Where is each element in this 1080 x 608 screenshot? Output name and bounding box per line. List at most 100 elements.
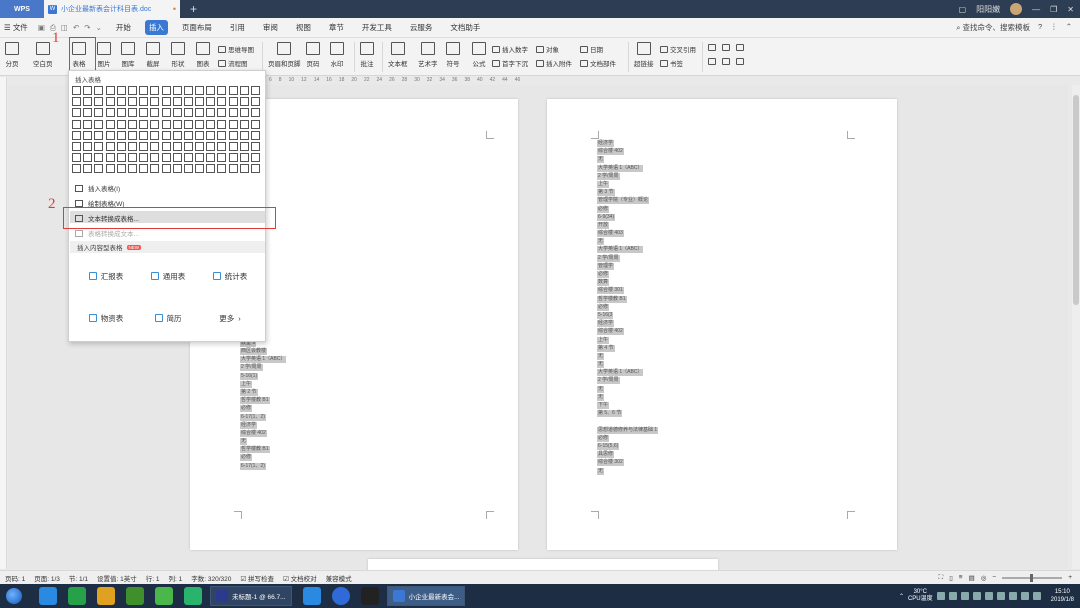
table-to-text-menu-item[interactable]: 表格转换成文本... xyxy=(75,228,139,238)
status-setting[interactable]: 设置值: 1英寸 xyxy=(97,573,137,583)
network-icon[interactable] xyxy=(1020,592,1029,600)
tab-page-layout[interactable]: 页面布局 xyxy=(178,20,216,35)
date-button[interactable]: 日期 xyxy=(580,44,603,54)
iqiyi-icon[interactable] xyxy=(184,587,202,605)
wps-home-button[interactable]: WPS xyxy=(0,0,44,18)
text-line[interactable]: 无 xyxy=(597,238,605,246)
text-line[interactable]: 无 xyxy=(240,438,248,446)
textbox-button[interactable]: 文本框 xyxy=(388,42,408,68)
table-grid-cell[interactable] xyxy=(127,130,137,140)
text-line[interactable]: 第 5、6 节 xyxy=(597,410,623,418)
table-grid-cell[interactable] xyxy=(105,153,115,163)
table-grid-cell[interactable] xyxy=(150,86,160,95)
table-grid-cell[interactable] xyxy=(183,119,193,129)
table-size-grid[interactable] xyxy=(72,86,264,181)
comment-button[interactable]: 批注 xyxy=(360,42,374,68)
table-grid-cell[interactable] xyxy=(83,108,93,118)
table-grid-cell[interactable] xyxy=(172,97,182,107)
table-grid-cell[interactable] xyxy=(150,164,160,174)
table-grid-cell[interactable] xyxy=(239,86,249,95)
table-grid-cell[interactable] xyxy=(150,97,160,107)
table-grid-cell[interactable] xyxy=(116,119,126,129)
table-grid-cell[interactable] xyxy=(206,86,216,95)
table-grid-cell[interactable] xyxy=(127,164,137,174)
doc-parts-button[interactable]: 文档部件 xyxy=(580,58,616,68)
table-grid-cell[interactable] xyxy=(217,119,227,129)
table-grid-cell[interactable] xyxy=(228,130,238,140)
text-line[interactable]: 经济学 xyxy=(597,140,615,147)
table-grid-cell[interactable] xyxy=(228,153,238,163)
table-grid-cell[interactable] xyxy=(72,108,81,118)
text-line[interactable]: 哲学楼教 B1 xyxy=(240,446,270,454)
table-grid-cell[interactable] xyxy=(83,164,93,174)
table-grid-cell[interactable] xyxy=(116,108,126,118)
text-line[interactable]: 第 3 节 xyxy=(597,189,615,197)
table-grid-cell[interactable] xyxy=(105,141,115,151)
tray-icon[interactable] xyxy=(984,592,993,600)
stats-table-card[interactable]: 统计表 xyxy=(201,261,259,291)
table-grid-cell[interactable] xyxy=(139,86,149,95)
table-grid-cell[interactable] xyxy=(217,86,227,95)
formula-button[interactable]: 公式 xyxy=(472,42,486,68)
tab-review[interactable]: 审阅 xyxy=(259,20,282,35)
text-line[interactable]: 2 学/周周 xyxy=(597,377,620,385)
table-grid-cell[interactable] xyxy=(228,141,238,151)
sublime-icon[interactable] xyxy=(97,587,115,605)
table-grid-cell[interactable] xyxy=(206,141,216,151)
table-grid-cell[interactable] xyxy=(217,164,227,174)
photoshop-task[interactable]: 未标题-1 @ 66.7... xyxy=(210,586,292,606)
table-grid-cell[interactable] xyxy=(251,86,260,95)
picture-button[interactable]: 图片 xyxy=(97,42,111,68)
table-grid-cell[interactable] xyxy=(161,108,171,118)
table-grid-cell[interactable] xyxy=(172,119,182,129)
table-grid-cell[interactable] xyxy=(105,119,115,129)
text-line[interactable]: 6-17(1、2) xyxy=(240,462,266,470)
table-grid-cell[interactable] xyxy=(116,97,126,107)
table-grid-cell[interactable] xyxy=(228,86,238,95)
tray-icon[interactable] xyxy=(996,592,1005,600)
text-line[interactable]: 综合楼 302 xyxy=(597,459,624,467)
minimize-icon[interactable]: — xyxy=(1032,5,1040,14)
table-grid-cell[interactable] xyxy=(206,108,216,118)
table-grid-cell[interactable] xyxy=(228,119,238,129)
help-icon[interactable]: ? xyxy=(1038,22,1042,33)
tray-icon[interactable] xyxy=(1008,592,1017,600)
materials-table-card[interactable]: 物资表 xyxy=(77,303,135,333)
search-command-box[interactable]: ⌕ 查找命令、搜索模板 xyxy=(956,22,1030,33)
dreamweaver-icon[interactable] xyxy=(126,587,144,605)
table-grid-cell[interactable] xyxy=(72,97,81,107)
text-line[interactable]: 经济学 xyxy=(240,421,258,429)
text-line[interactable]: 必修 xyxy=(240,405,253,413)
table-grid-cell[interactable] xyxy=(239,108,249,118)
table-grid-cell[interactable] xyxy=(72,86,81,95)
table-grid-cell[interactable] xyxy=(206,153,216,163)
tab-references[interactable]: 引用 xyxy=(226,20,249,35)
clock[interactable]: 15:10 2019/1/8 xyxy=(1051,588,1074,604)
table-grid-cell[interactable] xyxy=(239,119,249,129)
text-line[interactable]: 上午 xyxy=(597,180,610,188)
text-line[interactable] xyxy=(597,418,599,425)
more-tables-card[interactable]: 更多 › xyxy=(201,303,259,333)
table-grid-cell[interactable] xyxy=(83,86,93,95)
table-grid-cell[interactable] xyxy=(94,108,104,118)
fullscreen-icon[interactable]: ⛶ xyxy=(939,574,944,582)
text-line[interactable]: 综合楼 403 xyxy=(597,230,624,238)
table-grid-cell[interactable] xyxy=(94,86,104,95)
new-tab-plus-icon[interactable]: + xyxy=(190,2,197,16)
layout-icon[interactable] xyxy=(708,58,716,65)
insert-number-button[interactable]: 插入数字 xyxy=(492,44,528,54)
table-grid-cell[interactable] xyxy=(72,153,81,163)
text-line[interactable]: 必修 xyxy=(597,434,610,442)
table-grid-cell[interactable] xyxy=(183,164,193,174)
restore-icon[interactable]: ❐ xyxy=(1050,5,1057,14)
table-grid-cell[interactable] xyxy=(239,153,249,163)
table-grid-cell[interactable] xyxy=(172,108,182,118)
table-grid-cell[interactable] xyxy=(183,86,193,95)
blank-page-button[interactable]: 空白页 xyxy=(33,42,53,68)
wordart-button[interactable]: 艺术字 xyxy=(418,42,438,68)
tab-view[interactable]: 视图 xyxy=(292,20,315,35)
table-grid-cell[interactable] xyxy=(239,164,249,174)
table-grid-cell[interactable] xyxy=(139,141,149,151)
spell-check-button[interactable]: ☑ 拼写检查 xyxy=(240,573,274,583)
table-grid-cell[interactable] xyxy=(195,108,205,118)
